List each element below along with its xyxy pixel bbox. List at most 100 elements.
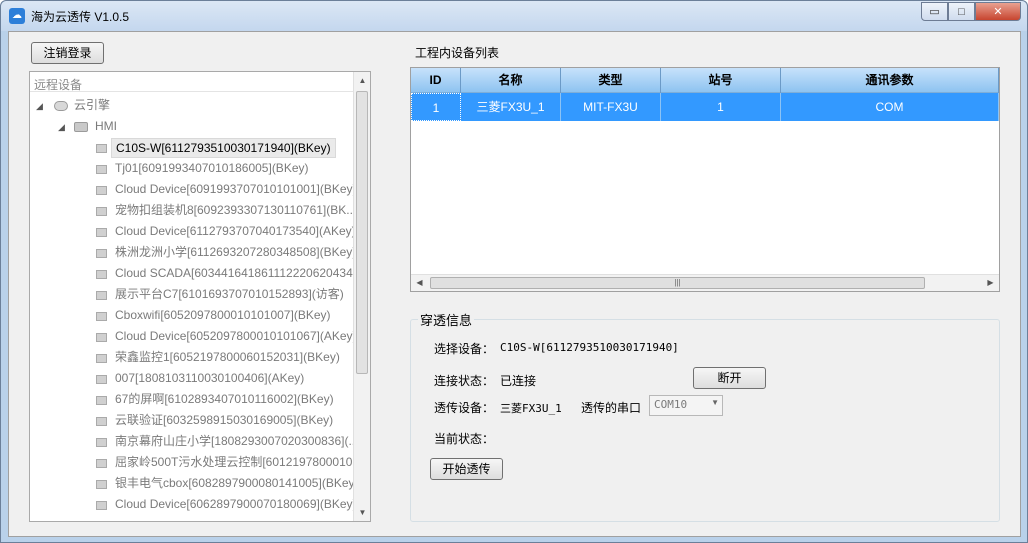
- table-row[interactable]: 1 三菱FX3U_1 MIT-FX3U 1 COM: [411, 93, 999, 121]
- app-cloud-icon: ☁: [9, 8, 25, 24]
- collapse-arrow-icon[interactable]: ◢: [36, 96, 43, 117]
- app-window: ☁ 海为云透传 V1.0.5 ▭ □ ✕ 注销登录 远程设备 ◢ 云引擎 ◢ H…: [0, 0, 1028, 543]
- col-header-id[interactable]: ID: [411, 68, 461, 93]
- col-header-type[interactable]: 类型: [561, 68, 661, 93]
- device-icon: [96, 480, 107, 489]
- device-icon: [96, 459, 107, 468]
- device-icon: [96, 207, 107, 216]
- scroll-thumb[interactable]: |||: [430, 277, 925, 289]
- device-icon: [96, 501, 107, 510]
- tree-device-item[interactable]: Cloud Device[6062897900070180069](BKey): [30, 495, 353, 516]
- tree-device-item[interactable]: C10S-W[6112793510030171940](BKey): [30, 138, 353, 159]
- tree-rows: ◢ 云引擎 ◢ HMI C10S-W[6112793510030171940](…: [30, 96, 353, 516]
- title-bar[interactable]: ☁ 海为云透传 V1.0.5 ▭ □ ✕: [1, 1, 1027, 31]
- col-header-comm-params[interactable]: 通讯参数: [781, 68, 999, 93]
- cell-name: 三菱FX3U_1: [461, 93, 561, 121]
- tree-device-label: 荣鑫监控1[6052197800060152031](BKey): [115, 350, 340, 364]
- device-icon: [96, 249, 107, 258]
- tree-device-item[interactable]: 67的屏啊[6102893407010116002](BKey): [30, 390, 353, 411]
- device-icon: [96, 312, 107, 321]
- window-controls: ▭ □ ✕: [921, 2, 1021, 22]
- tree-device-label: 展示平台C7[6101693707010152893](访客): [115, 287, 344, 301]
- table-title: 工程内设备列表: [415, 46, 500, 60]
- device-icon: [96, 417, 107, 426]
- tree-device-item[interactable]: 云联验证[6032598915030169005](BKey): [30, 411, 353, 432]
- scroll-right-icon[interactable]: ▶: [982, 275, 999, 291]
- connect-status-label: 连接状态：: [434, 374, 495, 388]
- scroll-thumb[interactable]: [356, 91, 368, 374]
- tree-device-item[interactable]: 南京幕府山庄小学[1808293007020300836](...: [30, 432, 353, 453]
- tree-device-item[interactable]: Cloud Device[6052097800010101067](AKey): [30, 327, 353, 348]
- tree-device-label: 007[1808103110030100406](AKey): [115, 371, 305, 385]
- device-icon: [96, 396, 107, 405]
- start-passthrough-button[interactable]: 开始透传: [430, 458, 503, 480]
- tree-device-label: Cboxwifi[6052097800010101007](BKey): [115, 308, 331, 322]
- tree-device-item[interactable]: 银丰电气cbox[6082897900080141005](BKey): [30, 474, 353, 495]
- scroll-left-icon[interactable]: ◀: [411, 275, 428, 291]
- device-list: C10S-W[6112793510030171940](BKey) Tj01[60…: [30, 138, 353, 516]
- tree-device-label: Tj01[6091993407010186005](BKey): [115, 161, 309, 175]
- tree-device-label: Cloud Device[6062897900070180069](BKey): [115, 497, 353, 511]
- device-icon: [96, 228, 107, 237]
- chevron-down-icon: ▼: [711, 398, 719, 407]
- client-area: 注销登录 远程设备 ◢ 云引擎 ◢ HMI C10S-W[61127935100…: [8, 31, 1021, 537]
- scroll-down-icon[interactable]: ▼: [354, 504, 370, 521]
- tree-device-item[interactable]: Cboxwifi[6052097800010101007](BKey): [30, 306, 353, 327]
- collapse-arrow-icon[interactable]: ◢: [58, 117, 65, 138]
- cell-station: 1: [661, 93, 781, 121]
- tree-root-label: 云引擎: [74, 98, 111, 112]
- tree-device-label: Cloud SCADA[603441641861112220620434...: [115, 266, 353, 280]
- device-icon: [96, 144, 107, 153]
- tree-device-item[interactable]: 屈家岭500T污水处理云控制[6012197800010...: [30, 453, 353, 474]
- thumb-grip-icon: |||: [674, 278, 681, 287]
- tree-device-label: 株洲龙洲小学[6112693207280348508](BKey): [115, 245, 353, 259]
- close-button[interactable]: ✕: [975, 2, 1021, 21]
- logout-button[interactable]: 注销登录: [31, 42, 104, 64]
- passthru-device-value: 三菱FX3U_1: [500, 402, 562, 415]
- close-icon: ✕: [993, 6, 1003, 18]
- cell-type: MIT-FX3U: [561, 93, 661, 121]
- serial-port-value: COM10: [654, 398, 688, 411]
- connect-status-value: 已连接: [500, 374, 537, 388]
- device-table[interactable]: ID 名称 类型 站号 通讯参数 1 三菱FX3U_1 MIT-FX3U 1 C…: [410, 67, 1000, 292]
- disconnect-button[interactable]: 断开: [693, 367, 766, 389]
- tree-device-item[interactable]: Tj01[6091993407010186005](BKey): [30, 159, 353, 180]
- tree-group-label: HMI: [95, 119, 117, 133]
- tree-device-item[interactable]: 株洲龙洲小学[6112693207280348508](BKey): [30, 243, 353, 264]
- col-header-name[interactable]: 名称: [461, 68, 561, 93]
- tree-device-label: Cloud Device[6052097800010101067](AKey): [115, 329, 353, 343]
- group-title: 穿透信息: [418, 310, 475, 329]
- table-header: ID 名称 类型 站号 通讯参数: [411, 68, 999, 93]
- table-horizontal-scrollbar[interactable]: ◀ ||| ▶: [411, 274, 999, 291]
- tree-device-item[interactable]: Cloud Device[6112793707040173540](AKey): [30, 222, 353, 243]
- select-device-value: C10S-W[6112793510030171940]: [500, 341, 679, 354]
- tree-device-item[interactable]: Cloud Device[6091993707010101001](BKey): [30, 180, 353, 201]
- device-icon: [96, 165, 107, 174]
- minimize-button[interactable]: ▭: [921, 2, 948, 21]
- passthrough-info-group: [410, 319, 1000, 522]
- serial-port-select[interactable]: COM10 ▼: [649, 395, 723, 416]
- tree-vertical-scrollbar[interactable]: ▲ ▼: [353, 72, 370, 521]
- tree-group-node[interactable]: ◢ HMI: [30, 117, 353, 138]
- select-device-label: 选择设备：: [434, 342, 495, 356]
- scroll-up-icon[interactable]: ▲: [354, 72, 370, 89]
- tree-root-node[interactable]: ◢ 云引擎: [30, 96, 353, 117]
- cell-comm-params: COM: [781, 93, 999, 121]
- tree-device-label: 云联验证[6032598915030169005](BKey): [115, 413, 334, 427]
- tree-device-item[interactable]: Cloud SCADA[603441641861112220620434...: [30, 264, 353, 285]
- tree-device-label: C10S-W[6112793510030171940](BKey): [111, 138, 336, 158]
- cell-id: 1: [411, 93, 461, 121]
- device-icon: [96, 375, 107, 384]
- window-title: 海为云透传 V1.0.5: [31, 10, 130, 24]
- remote-device-tree[interactable]: 远程设备 ◢ 云引擎 ◢ HMI C10S-W[6112793510030171…: [29, 71, 371, 522]
- maximize-button[interactable]: □: [948, 2, 975, 21]
- tree-device-item[interactable]: 007[1808103110030100406](AKey): [30, 369, 353, 390]
- tree-header: 远程设备: [30, 72, 370, 92]
- tree-device-label: 屈家岭500T污水处理云控制[6012197800010...: [115, 455, 353, 469]
- tree-device-item[interactable]: 展示平台C7[6101693707010152893](访客): [30, 285, 353, 306]
- tree-device-item[interactable]: 荣鑫监控1[6052197800060152031](BKey): [30, 348, 353, 369]
- tree-device-label: Cloud Device[6091993707010101001](BKey): [115, 182, 353, 196]
- device-icon: [96, 354, 107, 363]
- tree-device-item[interactable]: 宠物扣组装机8[6092393307130110761](BK...: [30, 201, 353, 222]
- col-header-station[interactable]: 站号: [661, 68, 781, 93]
